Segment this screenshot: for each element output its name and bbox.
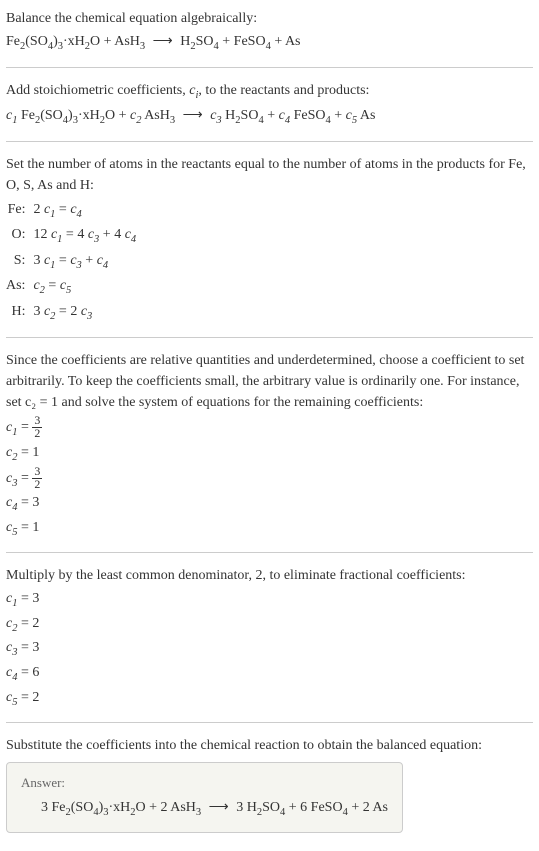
eq-lhs: Fe2(SO4)3·xH2O + AsH3 (6, 34, 145, 49)
element-equation: 3 c1 = c3 + c4 (33, 249, 142, 275)
answer-box: Answer: 3 Fe2(SO4)3·xH2O + 2 AsH3 ⟶ 3 H2… (6, 762, 403, 833)
table-row: As: c2 = c5 (6, 274, 142, 300)
atom-equations-table: Fe: 2 c1 = c4 O: 12 c1 = 4 c3 + 4 c4 S: … (6, 198, 142, 326)
stoich-section: Add stoichiometric coefficients, ci, to … (6, 80, 533, 129)
multiply-intro: Multiply by the least common denominator… (6, 565, 533, 586)
c2: c2 (130, 108, 141, 123)
intro-text: Balance the chemical equation algebraica… (6, 8, 533, 29)
coef-c2: c2 = 2 (6, 613, 533, 637)
element-label: S: (6, 249, 33, 275)
solve-section: Since the coefficients are relative quan… (6, 350, 533, 540)
table-row: O: 12 c1 = 4 c3 + 4 c4 (6, 223, 142, 249)
coef-c4: c4 = 6 (6, 662, 533, 686)
final-section: Substitute the coefficients into the che… (6, 735, 533, 833)
c3: c3 (210, 108, 221, 123)
element-equation: 2 c1 = c4 (33, 198, 142, 224)
arrow-icon: ⟶ (153, 34, 173, 49)
coefficient-list: c1 = 32 c2 = 1 c3 = 32 c4 = 3 c5 = 1 (6, 415, 533, 540)
divider (6, 552, 533, 553)
element-label: As: (6, 274, 33, 300)
coef-c3: c3 = 32 (6, 466, 533, 491)
coef-c2: c2 = 1 (6, 442, 533, 466)
c1: c1 (6, 108, 17, 123)
element-equation: 12 c1 = 4 c3 + 4 c4 (33, 223, 142, 249)
divider (6, 722, 533, 723)
arrow-icon: ⟶ (209, 800, 229, 815)
element-label: H: (6, 300, 33, 326)
coef-c3: c3 = 3 (6, 637, 533, 661)
unbalanced-equation: Fe2(SO4)3·xH2O + AsH3 ⟶ H2SO4 + FeSO4 + … (6, 31, 533, 55)
balanced-equation: 3 Fe2(SO4)3·xH2O + 2 AsH3 ⟶ 3 H2SO4 + 6 … (21, 797, 388, 821)
multiply-section: Multiply by the least common denominator… (6, 565, 533, 710)
atoms-section: Set the number of atoms in the reactants… (6, 154, 533, 326)
frac-den: 2 (32, 428, 42, 440)
coef-c5: c5 = 2 (6, 687, 533, 711)
stoich-text-b: , to the reactants and products: (198, 83, 369, 98)
divider (6, 67, 533, 68)
stoich-intro: Add stoichiometric coefficients, ci, to … (6, 80, 533, 104)
atoms-intro: Set the number of atoms in the reactants… (6, 154, 533, 196)
coef-c1: c1 = 32 (6, 415, 533, 440)
frac-den: 2 (32, 479, 42, 491)
answer-label: Answer: (21, 773, 388, 793)
table-row: Fe: 2 c1 = c4 (6, 198, 142, 224)
solve-intro: Since the coefficients are relative quan… (6, 350, 533, 413)
coef-c5: c5 = 1 (6, 517, 533, 541)
divider (6, 141, 533, 142)
c4: c4 (279, 108, 290, 123)
final-intro: Substitute the coefficients into the che… (6, 735, 533, 756)
table-row: S: 3 c1 = c3 + c4 (6, 249, 142, 275)
stoich-equation: c1 Fe2(SO4)3·xH2O + c2 AsH3 ⟶ c3 H2SO4 +… (6, 105, 533, 129)
c5: c5 (346, 108, 357, 123)
table-row: H: 3 c2 = 2 c3 (6, 300, 142, 326)
stoich-text-a: Add stoichiometric coefficients, (6, 83, 189, 98)
arrow-icon: ⟶ (183, 108, 203, 123)
eq-rhs: H2SO4 + FeSO4 + As (180, 34, 300, 49)
element-label: O: (6, 223, 33, 249)
intro-section: Balance the chemical equation algebraica… (6, 8, 533, 55)
element-equation: 3 c2 = 2 c3 (33, 300, 142, 326)
coefficient-list-int: c1 = 3 c2 = 2 c3 = 3 c4 = 6 c5 = 2 (6, 588, 533, 710)
coef-c1: c1 = 3 (6, 588, 533, 612)
coef-c4: c4 = 3 (6, 492, 533, 516)
divider (6, 337, 533, 338)
element-equation: c2 = c5 (33, 274, 142, 300)
element-label: Fe: (6, 198, 33, 224)
